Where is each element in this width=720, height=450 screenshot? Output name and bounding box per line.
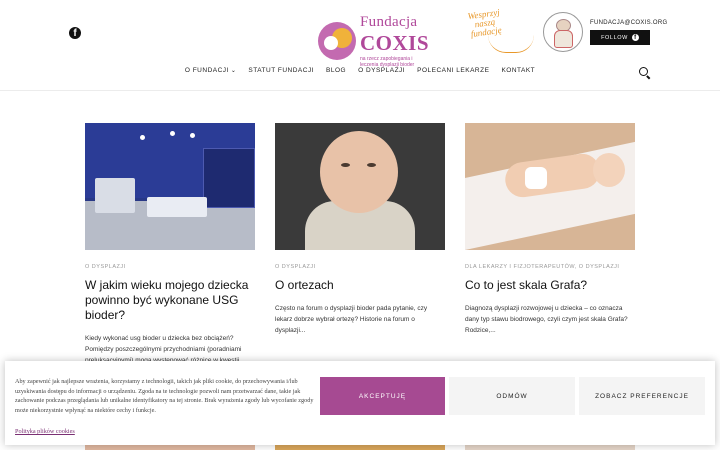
image-cabinet — [203, 148, 255, 208]
header-divider — [0, 90, 720, 91]
nav-item-o-dysplazji[interactable]: O DYSPLAZJI — [352, 67, 411, 74]
cookie-text: Aby zapewnić jak najlepsze wrażenia, kor… — [15, 378, 314, 414]
nav-item-statut[interactable]: STATUT FUNDACJI — [242, 67, 320, 74]
logo-text: Fundacja COXIS na rzecz zapobiegania i l… — [360, 14, 430, 68]
logo-line1: Fundacja — [360, 14, 418, 30]
accept-button[interactable]: AKCEPTUJĘ — [320, 377, 445, 415]
mascot-body — [554, 30, 573, 48]
post-title[interactable]: Co to jest skala Grafa? — [465, 278, 635, 293]
logo-mark-icon — [318, 22, 356, 60]
image-baby-eye — [341, 163, 350, 167]
post-card[interactable]: O DYSPLAZJI W jakim wieku mojego dziecka… — [85, 123, 255, 366]
support-arrow-icon — [488, 35, 534, 53]
deny-button[interactable]: ODMÓW — [449, 377, 575, 415]
follow-label: FOLLOW — [601, 34, 628, 41]
image-bed — [147, 197, 207, 217]
post-category[interactable]: O DYSPLAZJI — [275, 264, 445, 270]
chevron-down-icon: ⌄ — [230, 68, 237, 74]
post-excerpt: Często na forum o dysplazji bioder pada … — [275, 305, 428, 334]
image-baby-eye — [367, 163, 376, 167]
image-baby-head — [593, 153, 625, 187]
cookie-consent-banner: Aby zapewnić jak najlepsze wrażenia, kor… — [5, 361, 715, 445]
post-category[interactable]: DLA LEKARZY I FIZJOTERAPEUTÓW, O DYSPLAZ… — [465, 264, 635, 270]
image-desk — [95, 178, 135, 213]
image-light — [170, 131, 175, 136]
next-row-image — [465, 445, 635, 450]
nav-item-polecani-lekarze[interactable]: POLECANI LEKARZE — [411, 67, 495, 74]
preferences-button[interactable]: ZOBACZ PREFERENCJE — [579, 377, 705, 415]
nav-item-kontakt[interactable]: KONTAKT — [495, 67, 541, 74]
image-baby-face — [320, 131, 398, 213]
post-image-clinic[interactable] — [85, 123, 255, 250]
site-logo[interactable]: Fundacja COXIS na rzecz zapobiegania i l… — [318, 14, 430, 68]
next-row-image — [275, 445, 445, 450]
post-excerpt: Diagnozą dysplazji rozwojowej u dziecka … — [465, 305, 628, 334]
post-image-baby-lying[interactable] — [465, 123, 635, 250]
nav-item-blog[interactable]: BLOG — [320, 67, 352, 74]
post-category[interactable]: O DYSPLAZJI — [85, 264, 255, 270]
post-title[interactable]: O ortezach — [275, 278, 445, 293]
next-row-image — [85, 445, 255, 450]
post-image-baby[interactable] — [275, 123, 445, 250]
cookie-policy-link[interactable]: Polityka plików cookies — [15, 428, 75, 435]
image-diaper — [525, 167, 547, 189]
post-card[interactable]: O DYSPLAZJI O ortezach Często na forum o… — [275, 123, 445, 336]
search-icon[interactable] — [639, 67, 648, 76]
contact-email[interactable]: FUNDACJA@COXIS.ORG — [590, 20, 668, 26]
nav-label: O FUNDACJI — [184, 67, 229, 74]
post-title[interactable]: W jakim wieku mojego dziecka powinno być… — [85, 278, 255, 323]
logo-line2: COXIS — [360, 31, 430, 55]
main-nav: O FUNDACJI ⌄ STATUT FUNDACJI BLOG O DYSPL… — [0, 67, 720, 74]
follow-button[interactable]: FOLLOW f — [590, 30, 650, 45]
mascot-image[interactable] — [543, 12, 583, 52]
facebook-icon[interactable]: f — [69, 27, 81, 39]
nav-item-o-fundacji[interactable]: O FUNDACJI ⌄ — [179, 67, 243, 74]
facebook-icon: f — [631, 34, 639, 41]
post-card[interactable]: DLA LEKARZY I FIZJOTERAPEUTÓW, O DYSPLAZ… — [465, 123, 635, 336]
